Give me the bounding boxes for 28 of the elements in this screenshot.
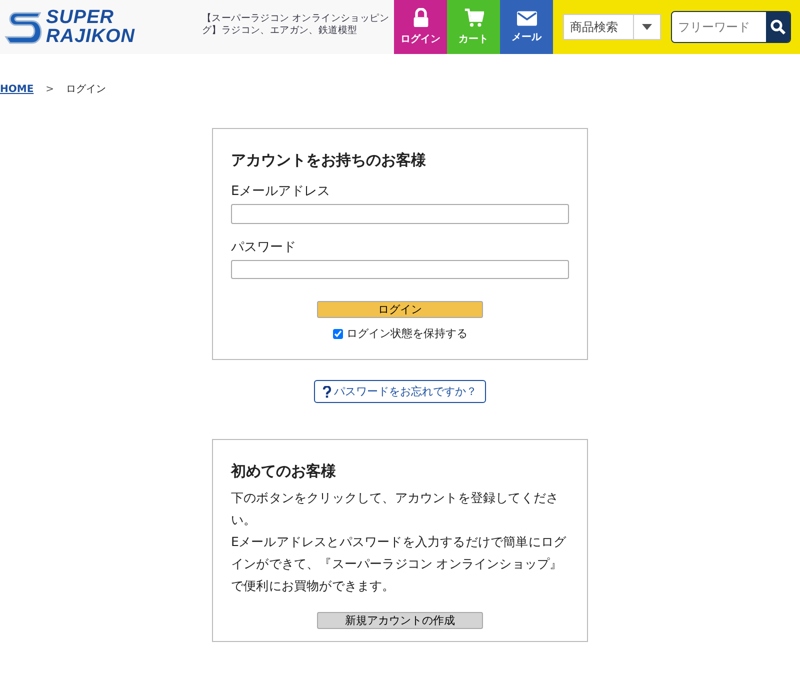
email-field[interactable] bbox=[231, 204, 569, 224]
password-field[interactable] bbox=[231, 260, 569, 279]
nav-button[interactable]: メール bbox=[500, 0, 553, 54]
paragraph: Eメールアドレスとパスワードを入力するだけで簡単にログインができて、『スーパーラジコン オンラインショップ』で便利にお買物ができます。 bbox=[231, 532, 568, 594]
caret-icon bbox=[642, 24, 652, 30]
card-title: 初めてのお客様 bbox=[231, 462, 337, 481]
login-button[interactable]: ログイン bbox=[317, 301, 483, 318]
nav-button[interactable]: ログイン bbox=[394, 0, 447, 54]
field-label: パスワード bbox=[231, 238, 297, 256]
logo-text: SUPER bbox=[46, 8, 115, 27]
logo-text: RAJIKON bbox=[46, 27, 136, 46]
lock-icon bbox=[412, 8, 430, 28]
paragraph: 下のボタンをクリックして、アカウントを登録してください。 bbox=[231, 489, 560, 529]
logo[interactable]: SUPER RAJIKON bbox=[0, 0, 194, 54]
breadcrumb-current: ログイン bbox=[66, 83, 106, 96]
site-tagline: 【スーパーラジコン オンラインショッピング】ラジコン、エアガン、鉄道模型 bbox=[201, 12, 390, 38]
cart-icon bbox=[464, 8, 484, 28]
checkbox-label: ログイン状態を保持する bbox=[346, 326, 468, 341]
question-icon bbox=[323, 386, 331, 398]
card-title: アカウントをお持ちのお客様 bbox=[231, 151, 427, 170]
field-label: Eメールアドレス bbox=[231, 183, 332, 200]
category-select[interactable]: 商品検索 bbox=[563, 14, 661, 40]
breadcrumb-separator: > bbox=[46, 84, 54, 94]
envelope-icon bbox=[516, 10, 536, 26]
checkbox[interactable] bbox=[332, 328, 342, 338]
breadcrumb-link[interactable]: HOME bbox=[0, 84, 34, 94]
create-account-button[interactable]: 新規アカウントの作成 bbox=[317, 612, 483, 630]
forgot-password-link[interactable]: パスワードをお忘れですか？ bbox=[314, 380, 486, 403]
